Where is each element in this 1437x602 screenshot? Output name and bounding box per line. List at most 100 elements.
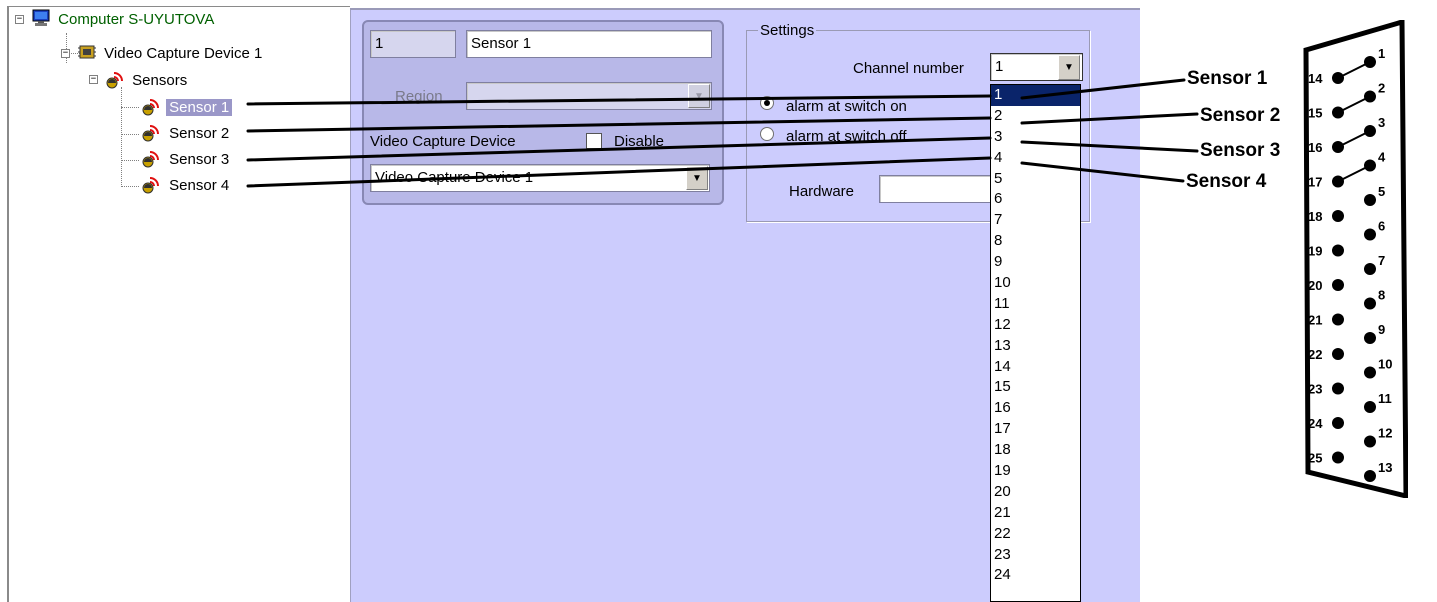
object-tree: − Computer S-UYUTOVA − Video Capture Dev… xyxy=(7,6,350,602)
channel-option[interactable]: 9 xyxy=(991,252,1080,273)
pin-label: 8 xyxy=(1378,288,1385,303)
pin-dot xyxy=(1364,332,1376,344)
channel-option[interactable]: 24 xyxy=(991,565,1080,586)
channel-option[interactable]: 16 xyxy=(991,398,1080,419)
pin-label: 6 xyxy=(1378,219,1385,234)
alarm-on-radio[interactable] xyxy=(760,96,774,110)
db25-pinout-diagram: 1234567891011121314151617181920212223242… xyxy=(1303,18,1409,500)
sensor-icon xyxy=(142,99,159,116)
tree-item-sensors-group[interactable]: Sensors xyxy=(105,69,190,89)
hardware-field[interactable] xyxy=(879,175,991,203)
pin-dot xyxy=(1332,210,1344,222)
channel-option[interactable]: 13 xyxy=(991,336,1080,357)
channel-option[interactable]: 7 xyxy=(991,210,1080,231)
channel-option[interactable]: 6 xyxy=(991,189,1080,210)
tree-item-sensor-3[interactable]: Sensor 3 xyxy=(140,148,232,168)
alarm-on-label: alarm at switch on xyxy=(786,98,907,115)
pin-jumper xyxy=(1337,164,1371,183)
channel-option[interactable]: 12 xyxy=(991,315,1080,336)
channel-option[interactable]: 8 xyxy=(991,231,1080,252)
disable-label: Disable xyxy=(614,133,665,150)
channel-option[interactable]: 3 xyxy=(991,127,1080,148)
region-label: Region xyxy=(395,88,443,105)
alarm-off-label: alarm at switch off xyxy=(786,128,907,145)
pin-label: 17 xyxy=(1308,175,1322,190)
pin-dot xyxy=(1364,435,1376,448)
tree-item-sensor-2[interactable]: Sensor 2 xyxy=(140,122,232,142)
pin-label: 16 xyxy=(1308,140,1322,155)
sensor-icon xyxy=(142,125,159,142)
callout-sensor-3: Sensor 3 xyxy=(1200,140,1281,161)
sensor-label: Sensor 1 xyxy=(166,99,233,116)
channel-option[interactable]: 17 xyxy=(991,419,1080,440)
video-device-combo[interactable]: Video Capture Device 1 xyxy=(370,164,710,192)
tree-guide-line xyxy=(121,87,122,187)
pin-label: 25 xyxy=(1308,451,1322,466)
pin-dot xyxy=(1364,470,1376,482)
pin-label: 24 xyxy=(1308,416,1323,431)
channel-option[interactable]: 20 xyxy=(991,482,1080,503)
tree-guide-line xyxy=(121,160,139,161)
tree-item-sensor-4[interactable]: Sensor 4 xyxy=(140,174,232,194)
pin-dot xyxy=(1364,297,1376,310)
panel-divider xyxy=(350,8,1140,10)
sensor-label: Sensor 2 xyxy=(169,125,230,142)
channel-option[interactable]: 18 xyxy=(991,440,1080,461)
collapse-toggle[interactable]: − xyxy=(61,49,70,58)
disable-checkbox[interactable] xyxy=(586,133,602,149)
callout-sensor-1: Sensor 1 xyxy=(1187,68,1268,89)
sensor-icon xyxy=(142,151,159,168)
channel-option[interactable]: 19 xyxy=(991,461,1080,482)
sensor-label: Sensor 3 xyxy=(169,151,230,168)
pin-label: 7 xyxy=(1378,253,1385,268)
pin-dot xyxy=(1332,279,1344,291)
channel-option[interactable]: 5 xyxy=(991,169,1080,190)
pin-label: 15 xyxy=(1308,106,1322,121)
settings-title: Settings xyxy=(758,22,817,39)
collapse-toggle[interactable]: − xyxy=(15,15,24,24)
computer-icon xyxy=(32,9,50,26)
pin-dot xyxy=(1332,348,1344,360)
channel-option[interactable]: 14 xyxy=(991,357,1080,378)
chevron-down-icon[interactable]: ▼ xyxy=(686,166,708,190)
video-device-label: Video Capture Device xyxy=(370,133,516,150)
channel-option[interactable]: 2 xyxy=(991,106,1080,127)
channel-option[interactable]: 10 xyxy=(991,273,1080,294)
alarm-off-radio[interactable] xyxy=(760,127,774,141)
sensors-group-label: Sensors xyxy=(132,72,188,89)
pin-label: 22 xyxy=(1308,347,1322,362)
pin-label: 19 xyxy=(1308,244,1322,259)
pin-label: 23 xyxy=(1308,382,1322,397)
chevron-down-icon[interactable]: ▼ xyxy=(1058,55,1080,80)
tree-item-computer[interactable]: Computer S-UYUTOVA xyxy=(31,9,217,29)
tree-item-sensor-1[interactable]: Sensor 1 xyxy=(140,96,233,116)
tree-guide-line xyxy=(121,134,139,135)
pin-dot xyxy=(1332,244,1344,257)
id-field[interactable]: 1 xyxy=(370,30,456,58)
name-field[interactable]: Sensor 1 xyxy=(466,30,712,58)
pin-label: 18 xyxy=(1308,209,1322,224)
tree-guide-line xyxy=(121,186,139,187)
channel-option[interactable]: 11 xyxy=(991,294,1080,315)
pin-label: 14 xyxy=(1308,71,1323,86)
pin-label: 20 xyxy=(1308,278,1322,293)
channel-option[interactable]: 15 xyxy=(991,377,1080,398)
pin-dot xyxy=(1364,401,1376,413)
tree-item-device[interactable]: Video Capture Device 1 xyxy=(77,43,265,63)
channel-option[interactable]: 1 xyxy=(991,85,1080,106)
channel-option[interactable]: 21 xyxy=(991,503,1080,524)
chevron-down-icon[interactable]: ▼ xyxy=(688,84,710,108)
pin-dot xyxy=(1332,382,1344,395)
channel-number-label: Channel number xyxy=(853,60,964,77)
region-combo[interactable] xyxy=(466,82,712,110)
tree-guide-line xyxy=(121,107,139,108)
channel-option[interactable]: 23 xyxy=(991,545,1080,566)
collapse-toggle[interactable]: − xyxy=(89,75,98,84)
channel-dropdown-list[interactable]: 1 2 3 4 5 6 7 8 9 10 11 12 13 14 15 16 17 18 19 20 21 22 23 24 xyxy=(990,84,1081,602)
capture-card-icon xyxy=(78,45,96,59)
pin-label: 13 xyxy=(1378,460,1392,475)
channel-option[interactable]: 22 xyxy=(991,524,1080,545)
channel-option[interactable]: 4 xyxy=(991,148,1080,169)
pin-dot xyxy=(1332,451,1344,464)
pin-label: 2 xyxy=(1378,81,1385,96)
